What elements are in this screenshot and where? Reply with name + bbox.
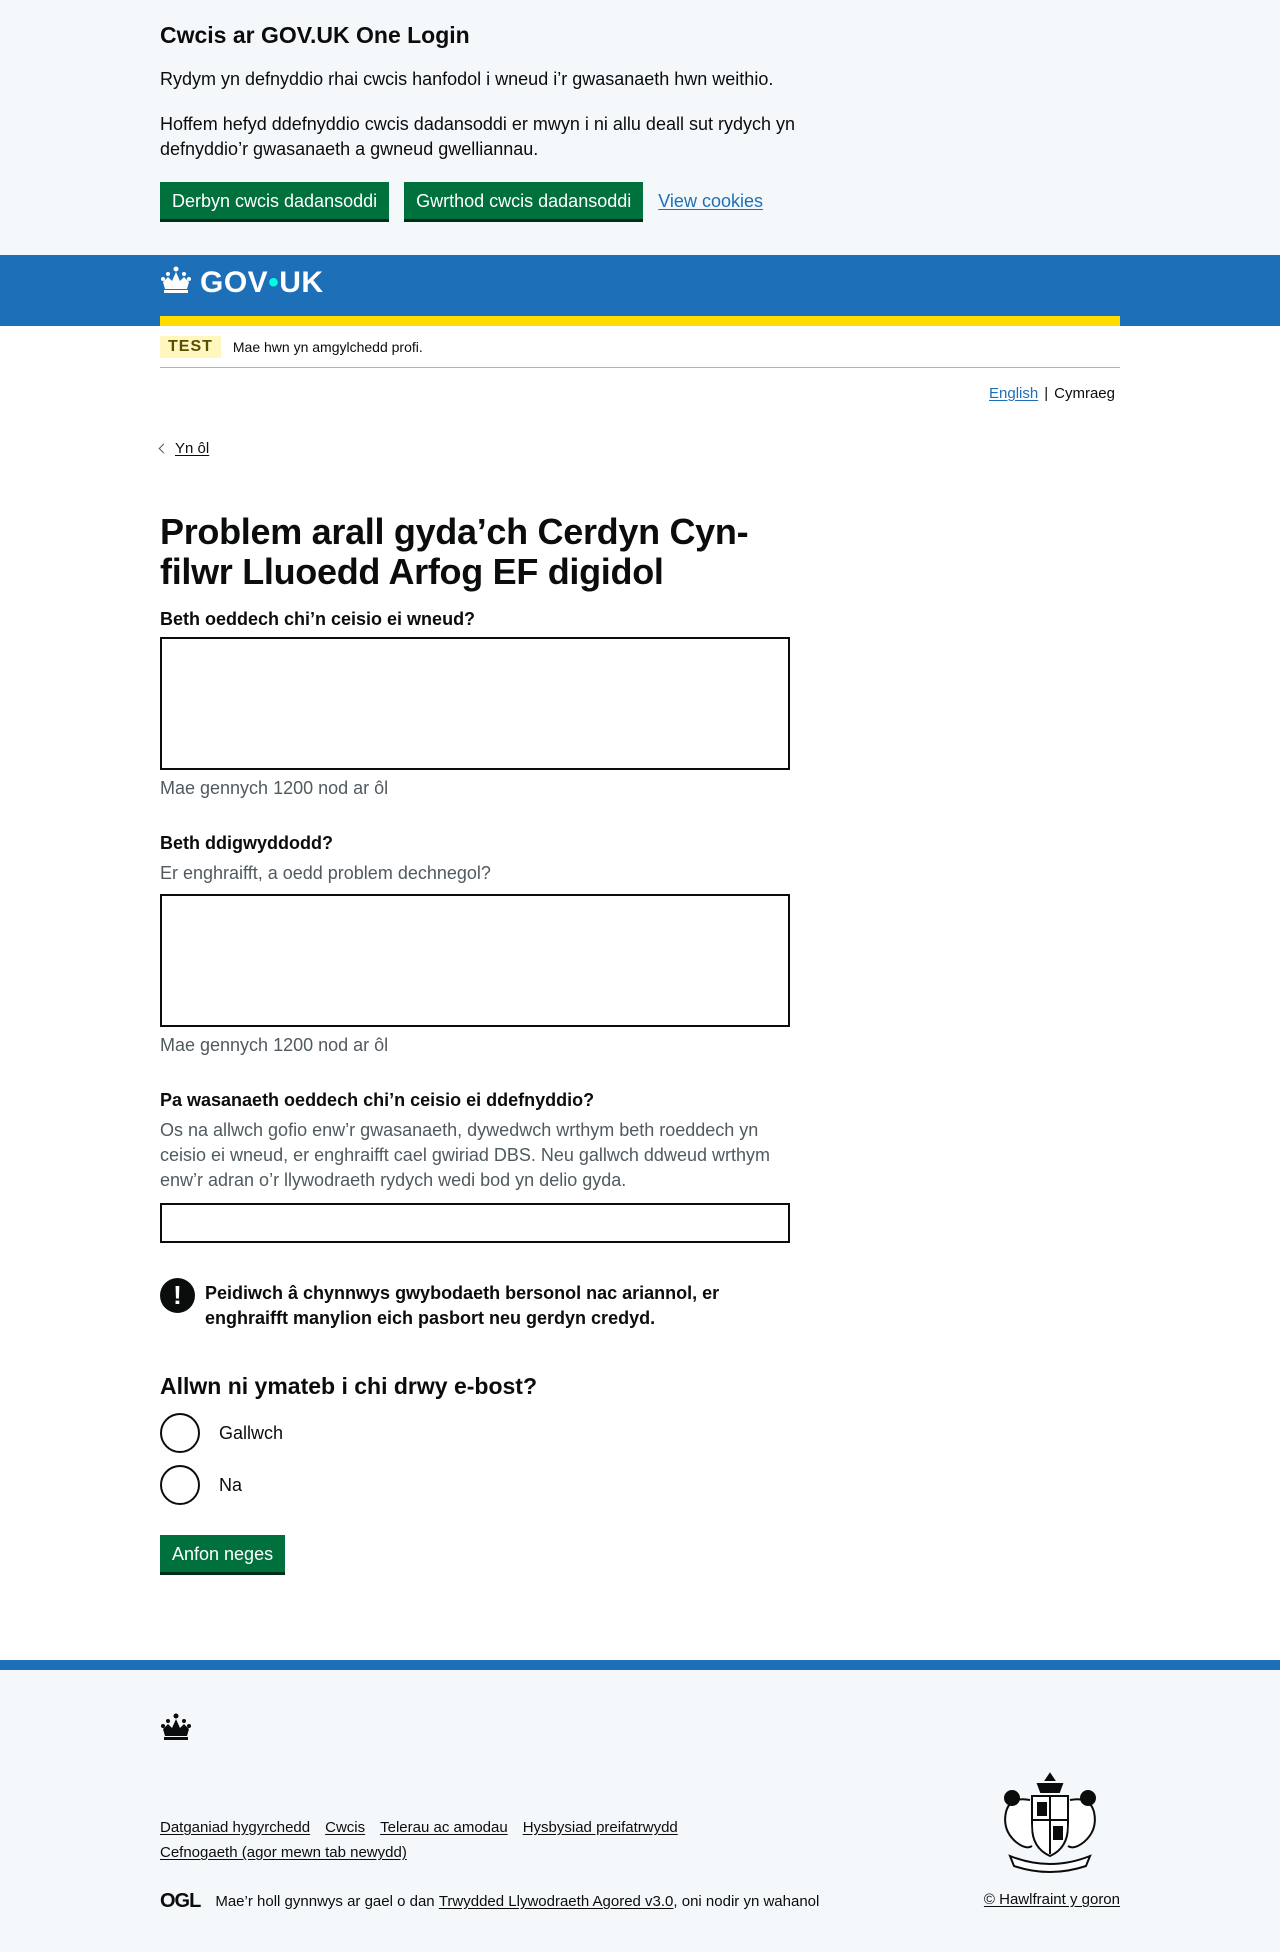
accept-cookies-button[interactable]: Derbyn cwcis dadansoddi	[160, 182, 390, 219]
licence-text-post: , oni nodir yn wahanol	[673, 1893, 820, 1910]
language-separator: |	[1044, 385, 1049, 402]
cookie-banner-text: Hoffem hefyd ddefnyddio cwcis dadansoddi…	[160, 114, 796, 159]
copyright: © Hawlfraint y goron	[984, 1891, 1120, 1908]
q1-character-count: Mae gennych 1200 nod ar ôl	[160, 778, 389, 798]
govuk-logo-link[interactable]: GOV•UK	[160, 265, 324, 300]
radio-option-yes[interactable]: Gallwch	[160, 1413, 790, 1453]
cookie-banner: Cwcis ar GOV.UK One Login Rydym yn defny…	[0, 0, 1280, 255]
q2-textarea[interactable]	[160, 894, 790, 1027]
warning-icon: !	[160, 1278, 195, 1313]
phase-banner: TEST Mae hwn yn amgylchedd profi.	[160, 326, 1120, 368]
crown-icon	[160, 265, 192, 300]
q2-hint: Er enghraifft, a oedd problem dechnegol?	[160, 863, 491, 883]
radio-option-no[interactable]: Na	[160, 1465, 790, 1505]
radio-no-label: Na	[219, 1474, 243, 1495]
language-toggle: English | Cymraeg	[160, 385, 1120, 402]
main-content: Problem arall gyda’ch Cerdyn Cyn-filwr L…	[160, 512, 790, 1572]
footer-link-terms[interactable]: Telerau ac amodau	[380, 1819, 508, 1836]
radio-no-input[interactable]	[160, 1465, 200, 1505]
q1-textarea[interactable]	[160, 637, 790, 770]
q2-label: Beth ddigwyddodd?	[160, 833, 333, 853]
reply-radios: Gallwch Na	[160, 1413, 790, 1505]
back-link[interactable]: Yn ôl	[175, 440, 209, 457]
warning-text: ! Peidiwch â chynnwys gwybodaeth bersono…	[160, 1278, 790, 1331]
crown-icon	[160, 1712, 192, 1747]
header-accent-bar	[160, 316, 1120, 326]
footer-link-privacy[interactable]: Hysbysiad preifatrwydd	[523, 1819, 678, 1836]
licence-text-pre: Mae’r holl gynnwys ar gael o dan	[215, 1893, 439, 1910]
footer-link-cookies[interactable]: Cwcis	[325, 1819, 365, 1836]
phase-text: Mae hwn yn amgylchedd profi.	[232, 338, 423, 355]
radio-yes-label: Gallwch	[219, 1422, 284, 1443]
q3-label: Pa wasanaeth oeddech chi’n ceisio ei dde…	[160, 1090, 595, 1110]
cookie-banner-title: Cwcis ar GOV.UK One Login	[160, 22, 470, 48]
radio-yes-input[interactable]	[160, 1413, 200, 1453]
phase-tag: TEST	[160, 335, 221, 358]
q1-label: Beth oeddech chi’n ceisio ei wneud?	[160, 609, 476, 629]
reject-cookies-button[interactable]: Gwrthod cwcis dadansoddi	[404, 182, 644, 219]
footer: Datganiad hygyrchedd Cwcis Telerau ac amod…	[0, 1660, 1280, 1952]
header: GOV•UK	[0, 255, 1280, 326]
footer-link-accessibility[interactable]: Datganiad hygyrchedd	[160, 1819, 310, 1836]
licence: OGL Mae’r holl gynnwys ar gael o dan Trw…	[160, 1890, 819, 1913]
licence-link[interactable]: Trwydded Llywodraeth Agored v3.0	[439, 1893, 674, 1910]
chevron-left-icon	[158, 443, 169, 454]
footer-links: Datganiad hygyrchedd Cwcis Telerau ac amod…	[160, 1815, 760, 1865]
back-link-container: Yn ôl	[158, 440, 1120, 457]
copyright-link[interactable]: © Hawlfraint y goron	[984, 1891, 1120, 1908]
send-message-button[interactable]: Anfon neges	[160, 1535, 286, 1572]
cookie-banner-text: Rydym yn defnyddio rhai cwcis hanfodol i…	[160, 69, 774, 89]
language-cymraeg: Cymraeg	[1054, 385, 1115, 402]
page-title: Problem arall gyda’ch Cerdyn Cyn-filwr L…	[160, 511, 749, 592]
govuk-logotype: GOV•UK	[200, 265, 324, 299]
q2-character-count: Mae gennych 1200 nod ar ôl	[160, 1035, 389, 1055]
q3-service-input[interactable]	[160, 1203, 790, 1243]
q3-hint: Os na allwch gofio enw’r gwasanaeth, dyw…	[160, 1120, 770, 1190]
view-cookies-link[interactable]: View cookies	[658, 189, 763, 213]
footer-link-support[interactable]: Cefnogaeth (agor mewn tab newydd)	[160, 1844, 407, 1861]
warning-message: Peidiwch â chynnwys gwybodaeth bersonol …	[205, 1283, 720, 1328]
ogl-logo: OGL	[160, 1890, 201, 1912]
language-english-link[interactable]: English	[989, 385, 1038, 402]
crest-icon	[990, 1770, 1110, 1879]
reply-heading: Allwn ni ymateb i chi drwy e-bost?	[160, 1373, 537, 1399]
